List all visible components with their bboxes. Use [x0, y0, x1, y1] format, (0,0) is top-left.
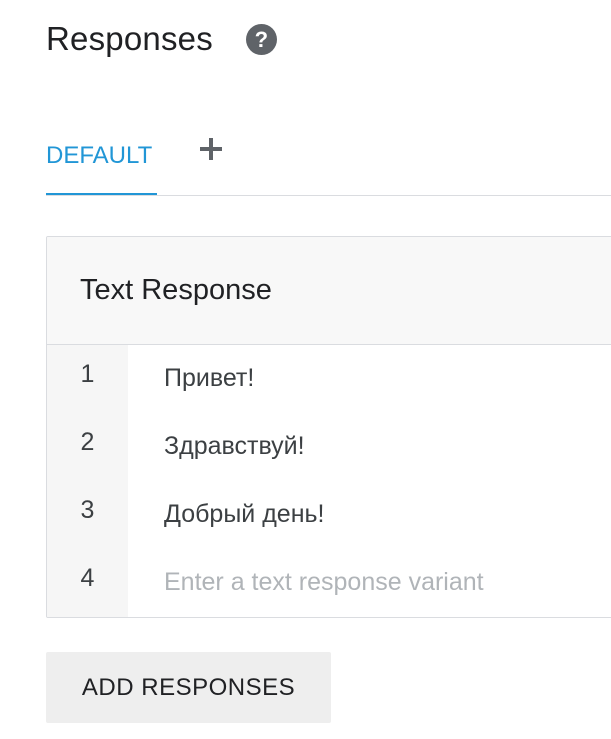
page-title: Responses — [46, 20, 213, 57]
response-variant-input[interactable] — [164, 565, 604, 599]
list-item[interactable]: 2 Здравствуй! — [47, 413, 611, 481]
row-number: 3 — [80, 496, 95, 524]
question-circle-icon[interactable]: ? — [245, 23, 277, 55]
response-text[interactable]: Привет! — [164, 363, 254, 393]
response-rows: 1 Привет! 2 Здравствуй! 3 Добрый день! 4 — [47, 345, 611, 617]
new-response-row[interactable]: 4 — [47, 549, 611, 617]
text-response-card: Text Response 1 Привет! 2 Здравствуй! 3 … — [46, 236, 611, 618]
response-text[interactable]: Здравствуй! — [164, 431, 305, 461]
tab-default-label: DEFAULT — [46, 142, 153, 169]
add-responses-button[interactable]: ADD RESPONSES — [46, 652, 331, 723]
card-title: Text Response — [47, 237, 611, 345]
responses-page: Responses ? DEFAULT Text Response 1 Прив… — [0, 0, 611, 739]
responses-header: Responses ? — [46, 20, 277, 58]
row-number: 1 — [80, 360, 95, 388]
plus-icon[interactable] — [198, 136, 224, 162]
active-tab-indicator — [46, 193, 157, 195]
row-number: 2 — [80, 428, 95, 456]
tab-default[interactable]: DEFAULT — [46, 128, 157, 195]
list-item[interactable]: 3 Добрый день! — [47, 481, 611, 549]
row-number: 4 — [80, 564, 95, 592]
list-item[interactable]: 1 Привет! — [47, 345, 611, 413]
response-tabs: DEFAULT — [46, 128, 611, 196]
response-text[interactable]: Добрый день! — [164, 499, 325, 529]
